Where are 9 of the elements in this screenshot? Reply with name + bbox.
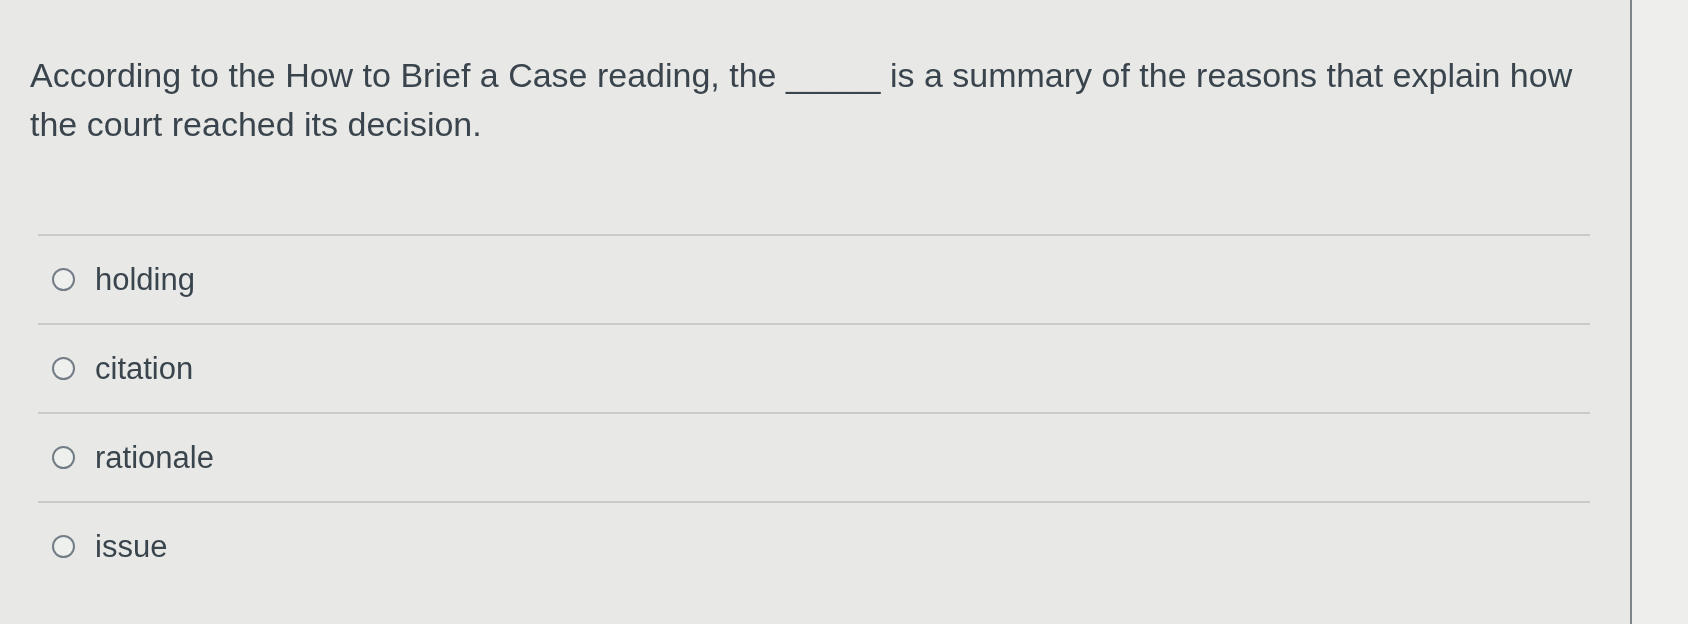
radio-button[interactable] bbox=[52, 446, 75, 469]
radio-button[interactable] bbox=[52, 357, 75, 380]
radio-button[interactable] bbox=[52, 535, 75, 558]
question-text: According to the How to Brief a Case reading, the _____ is a summary of the reasons that explain how the court reached its decision. bbox=[30, 55, 1574, 145]
option-label[interactable]: holding bbox=[95, 261, 195, 298]
radio-button[interactable] bbox=[52, 268, 75, 291]
option-label[interactable]: issue bbox=[95, 528, 168, 565]
option-label[interactable]: rationale bbox=[95, 439, 214, 476]
option-label[interactable]: citation bbox=[95, 350, 194, 387]
